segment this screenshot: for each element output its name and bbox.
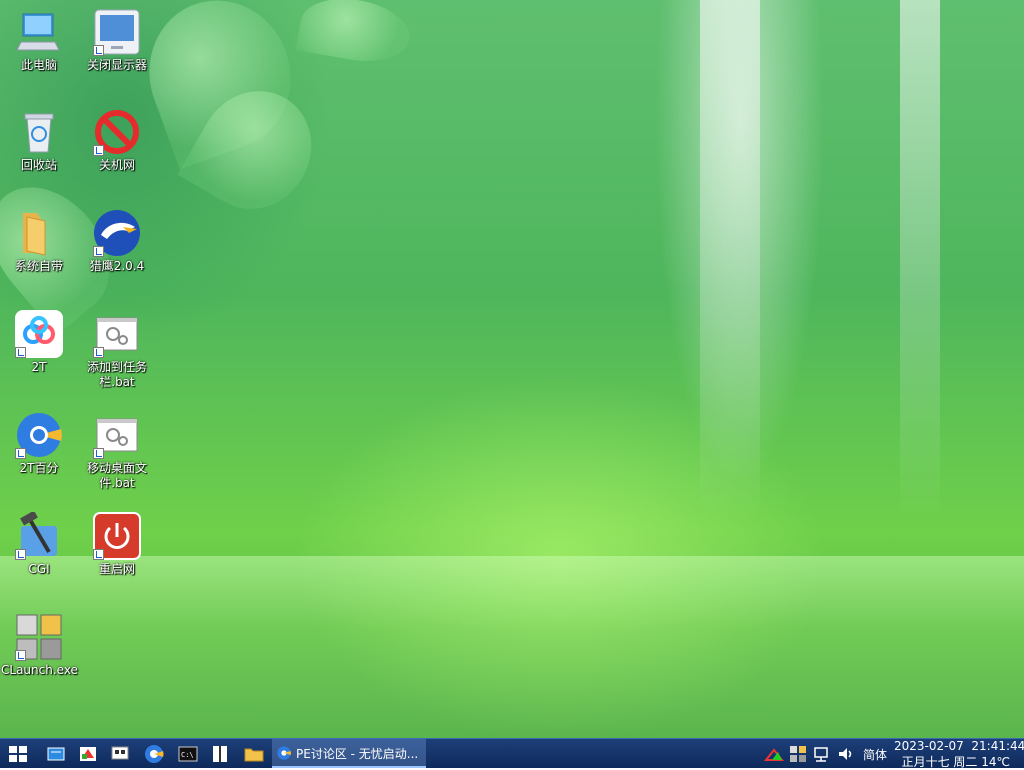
batch-file-icon: [93, 310, 141, 358]
recycle-bin-icon: [15, 108, 63, 156]
icon-label: 猎鹰2.0.4: [89, 259, 145, 273]
shortcut-arrow-icon: [15, 549, 26, 560]
eagle-icon: [93, 209, 141, 257]
batch-file-icon: [93, 411, 141, 459]
clock-date: 2023-02-07: [894, 739, 964, 753]
desktop[interactable]: 此电脑 回收站 系统自带 2T 2T百分 CGI CLaunch.exe 关闭显…: [0, 0, 1024, 738]
computer-icon: [15, 8, 63, 56]
tray-network-speed[interactable]: [762, 742, 786, 766]
icon-label: 添加到任务栏.bat: [86, 360, 147, 389]
taskbar-app-folder[interactable]: [242, 742, 266, 766]
windows-start-icon: [9, 746, 27, 762]
no-entry-icon: [93, 108, 141, 156]
shortcut-arrow-icon: [15, 347, 26, 358]
desktop-icon-system-tools[interactable]: 系统自带: [1, 209, 77, 274]
media-icon: [80, 747, 96, 761]
shortcut-arrow-icon: [93, 549, 104, 560]
wallpaper-water: [0, 556, 1024, 738]
hammer-icon: [15, 510, 63, 560]
start-button[interactable]: [6, 742, 30, 766]
book-icon: [213, 746, 227, 762]
icon-label: 回收站: [20, 158, 57, 172]
monitor-icon: [93, 8, 141, 56]
tray-volume[interactable]: [834, 742, 858, 766]
tray-network[interactable]: [810, 742, 834, 766]
taskbar: C:\ PE讨论区 - 无忧启动... 简体 2023-02-07 21:41:…: [0, 738, 1024, 769]
windows-grid-icon: [790, 746, 806, 762]
desktop-icon-shutdown[interactable]: 关机网: [79, 108, 155, 173]
shortcut-arrow-icon: [93, 347, 104, 358]
icon-label: 关闭显示器: [86, 58, 147, 72]
desktop-icon-claunch[interactable]: CLaunch.exe: [1, 613, 78, 678]
window-title: PE讨论区 - 无忧启动...: [296, 747, 419, 761]
explorer-app-icon: [47, 747, 65, 761]
icon-label: 2T: [31, 360, 47, 374]
shortcut-arrow-icon: [93, 246, 104, 257]
speaker-icon: [839, 748, 852, 760]
shortcut-arrow-icon: [93, 145, 104, 156]
light-ray: [700, 0, 760, 520]
icon-label: CLaunch.exe: [1, 663, 78, 677]
taskbar-app-book[interactable]: [208, 742, 232, 766]
taskbar-window-pe-forum[interactable]: PE讨论区 - 无忧启动...: [272, 739, 426, 768]
taskbar-app-explorer[interactable]: [44, 742, 68, 766]
shortcut-arrow-icon: [15, 650, 26, 661]
icon-label: 2T百分: [19, 461, 59, 475]
icon-label: 移动桌面文件.bat: [86, 461, 147, 490]
clock-lunar-weather: 正月十七 周二 14℃: [901, 755, 1010, 769]
desktop-icon-2t[interactable]: 2T: [1, 310, 77, 375]
desktop-icon-falcon[interactable]: 猎鹰2.0.4: [79, 209, 155, 274]
desktop-icon-move-desktop-files[interactable]: 移动桌面文件.bat: [79, 411, 155, 491]
icon-label: 系统自带: [14, 259, 63, 273]
shortcut-arrow-icon: [93, 45, 104, 56]
icon-label: CGI: [28, 562, 50, 576]
desktop-icon-cgi[interactable]: CGI: [1, 510, 77, 577]
desktop-icon-add-to-taskbar[interactable]: 添加到任务栏.bat: [79, 310, 155, 390]
svg-text:C:\: C:\: [181, 751, 194, 759]
clock-time: 21:41:44: [971, 739, 1024, 753]
desktop-icon-this-pc[interactable]: 此电脑: [1, 8, 77, 73]
icon-label: 重启网: [98, 562, 135, 576]
power-icon: [93, 512, 141, 560]
network-tool-icon: [111, 746, 129, 760]
network-icon: [814, 747, 828, 762]
browser-icon: [277, 746, 291, 760]
taskbar-app-network-tool[interactable]: [108, 742, 132, 766]
taskbar-app-cmd[interactable]: C:\: [176, 742, 200, 766]
browser-icon: [145, 745, 164, 763]
folder-icon: [244, 748, 264, 762]
icon-label: 此电脑: [20, 58, 57, 72]
cmd-icon: C:\: [178, 746, 198, 762]
taskbar-app-media[interactable]: [76, 742, 100, 766]
desktop-icon-turn-off-monitor[interactable]: 关闭显示器: [79, 8, 155, 73]
shortcut-arrow-icon: [15, 448, 26, 459]
tray-windows-tool[interactable]: [786, 742, 810, 766]
wallpaper-leaf: [295, 0, 415, 70]
icon-label: 关机网: [98, 158, 135, 172]
desktop-icon-recycle-bin[interactable]: 回收站: [1, 108, 77, 173]
browser-icon: [15, 411, 63, 459]
ime-indicator[interactable]: 简体: [863, 746, 887, 763]
clock-date-time[interactable]: 2023-02-07 21:41:44: [894, 739, 1024, 753]
shortcut-arrow-icon: [93, 448, 104, 459]
folder-icon: [15, 209, 63, 257]
cloud-app-icon: [15, 310, 63, 358]
desktop-icon-2t-percent[interactable]: 2T百分: [1, 411, 77, 476]
desktop-icon-restart[interactable]: 重启网: [79, 512, 155, 577]
taskbar-app-browser[interactable]: [142, 742, 166, 766]
triangle-arrow-icon: [763, 748, 785, 761]
launcher-grid-icon: [15, 613, 63, 661]
light-ray: [900, 0, 940, 520]
